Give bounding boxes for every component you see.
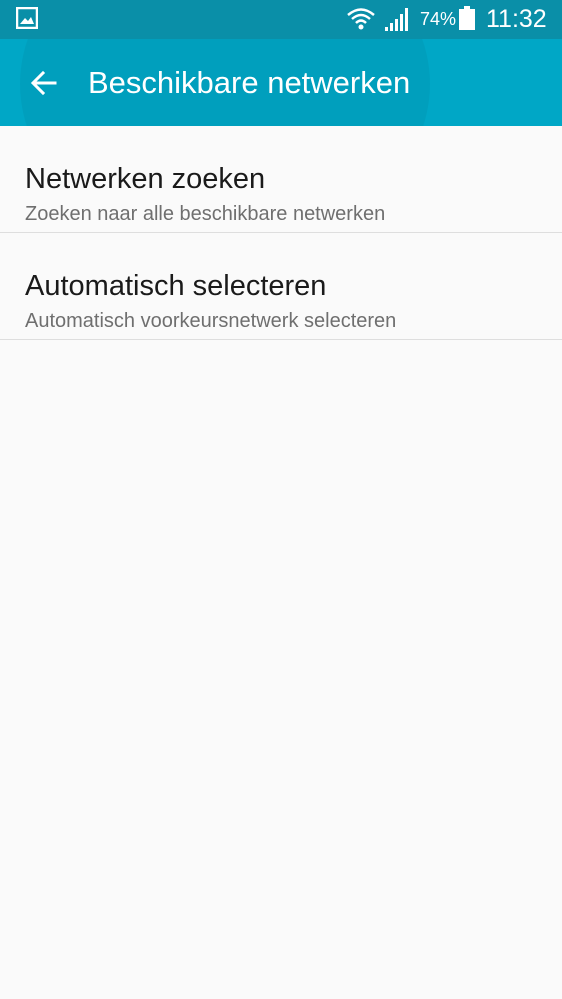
- status-bar: 74% 11:32: [0, 0, 562, 39]
- settings-list: Netwerken zoeken Zoeken naar alle beschi…: [0, 126, 562, 340]
- app-bar: Beschikbare netwerken: [0, 39, 562, 126]
- battery-icon: [459, 6, 475, 30]
- list-item-title: Netwerken zoeken: [25, 163, 266, 195]
- list-item-search-networks[interactable]: Netwerken zoeken Zoeken naar alle beschi…: [0, 126, 562, 233]
- list-item-title: Automatisch selecteren: [25, 270, 327, 302]
- wifi-icon: [347, 8, 375, 30]
- list-item-subtitle: Automatisch voorkeursnetwerk selecteren: [25, 310, 397, 332]
- arrow-back-icon[interactable]: [28, 67, 60, 99]
- status-clock: 11:32: [486, 5, 547, 33]
- list-item-auto-select[interactable]: Automatisch selecteren Automatisch voork…: [0, 233, 562, 340]
- battery-percent: 74%: [420, 9, 457, 29]
- signal-icon: [385, 8, 408, 31]
- page-title: Beschikbare netwerken: [88, 65, 411, 100]
- image-icon: [16, 7, 38, 29]
- list-item-subtitle: Zoeken naar alle beschikbare netwerken: [25, 203, 386, 225]
